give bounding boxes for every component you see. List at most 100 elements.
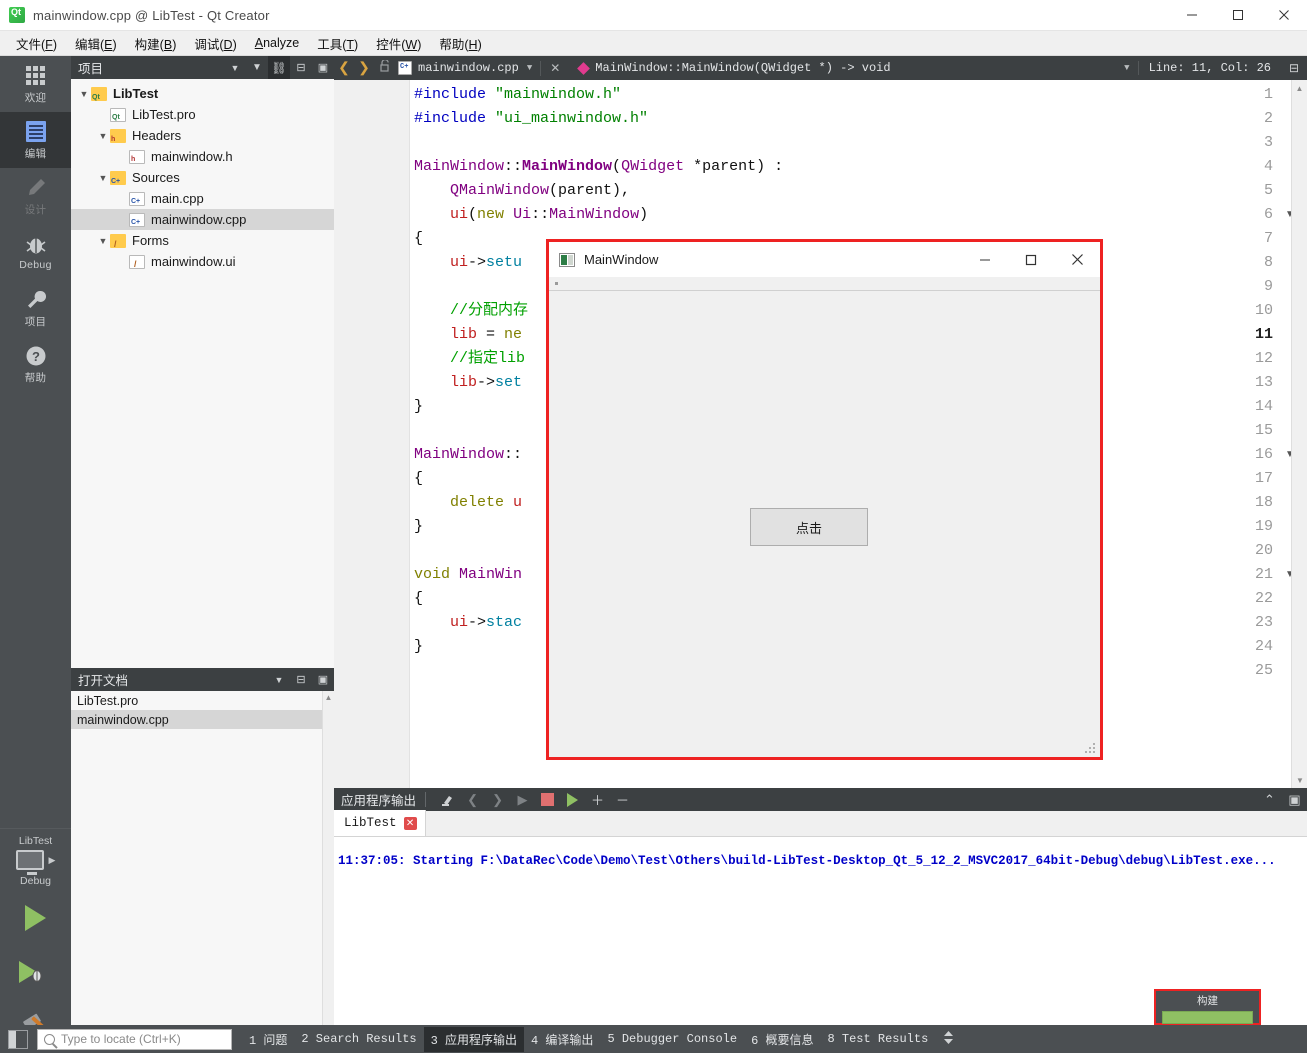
lock-icon[interactable] bbox=[374, 59, 396, 76]
document-icon bbox=[25, 120, 46, 144]
search-input[interactable]: Type to locate (Ctrl+K) bbox=[37, 1028, 232, 1050]
open-documents-scrollbar[interactable]: ▲ bbox=[322, 691, 334, 1025]
code-line: #include "mainwindow.h" bbox=[414, 83, 621, 107]
menu-window[interactable]: 控件(W) bbox=[367, 31, 430, 56]
debug-icon[interactable] bbox=[560, 788, 585, 811]
navigate-back-icon[interactable]: ❮ bbox=[334, 60, 354, 77]
collapse-icon[interactable]: ▣ bbox=[312, 56, 334, 79]
chevron-down-icon[interactable]: ▼ bbox=[527, 63, 532, 73]
mainwindow-popup[interactable]: MainWindow 点击 bbox=[546, 239, 1103, 760]
output-pane-tab-1[interactable]: 1 问题 bbox=[242, 1027, 294, 1052]
debug-button[interactable] bbox=[0, 945, 71, 999]
mode-item-欢迎[interactable]: 欢迎 bbox=[0, 56, 71, 112]
mode-item-debug[interactable]: Debug bbox=[0, 224, 71, 280]
menu-tools[interactable]: 工具(T) bbox=[308, 31, 367, 56]
tree-item-mainwindow-cpp[interactable]: C+ mainwindow.cpp bbox=[71, 209, 334, 230]
editor-symbol-selector[interactable]: MainWindow::MainWindow(QWidget *) -> voi… bbox=[595, 61, 890, 75]
mode-item-帮助[interactable]: ? 帮助 bbox=[0, 336, 71, 392]
prev-icon[interactable]: ❮ bbox=[460, 788, 485, 811]
maximize-pane-icon[interactable]: ▣ bbox=[1282, 788, 1307, 811]
tree-item-libtest-pro[interactable]: Qt LibTest.pro bbox=[71, 104, 334, 125]
collapse-icon[interactable]: ▣ bbox=[312, 668, 334, 691]
popup-close-button[interactable] bbox=[1054, 243, 1100, 277]
code-line: { bbox=[414, 227, 423, 251]
click-button[interactable]: 点击 bbox=[750, 508, 868, 546]
minimize-button[interactable] bbox=[1169, 0, 1215, 31]
symbol-dropdown-icon[interactable]: ▼ bbox=[1124, 63, 1129, 73]
code-token: ne bbox=[504, 326, 523, 343]
output-pane-tab-6[interactable]: 6 概要信息 bbox=[744, 1027, 820, 1052]
editor-file-name[interactable]: mainwindow.cpp bbox=[418, 61, 519, 75]
split-editor-icon[interactable]: ⊟ bbox=[1281, 61, 1307, 76]
popup-maximize-button[interactable] bbox=[1008, 243, 1054, 277]
collapse-pane-icon[interactable]: ⌃ bbox=[1257, 788, 1282, 811]
output-tab-libtest[interactable]: LibTest ✕ bbox=[334, 810, 426, 836]
chevron-down-icon[interactable]: ▼ bbox=[96, 236, 110, 246]
chevron-down-icon[interactable]: ▼ bbox=[96, 131, 110, 141]
stop-icon[interactable] bbox=[535, 788, 560, 811]
open-document-mainwindow-cpp[interactable]: mainwindow.cpp bbox=[71, 710, 334, 729]
close-button[interactable] bbox=[1261, 0, 1307, 31]
maximize-button[interactable] bbox=[1215, 0, 1261, 31]
menu-edit[interactable]: 编辑(E) bbox=[66, 31, 126, 56]
open-document-libtest-pro[interactable]: LibTest.pro bbox=[71, 691, 334, 710]
mode-item-编辑[interactable]: 编辑 bbox=[0, 112, 71, 168]
mode-item-设计[interactable]: 设计 bbox=[0, 168, 71, 224]
scroll-up-icon[interactable]: ▲ bbox=[1292, 82, 1307, 94]
kit-selector[interactable]: LibTest ▶ Debug bbox=[0, 828, 71, 891]
code-token: MainWindow bbox=[522, 158, 613, 175]
output-pane-tab-4[interactable]: 4 编译输出 bbox=[524, 1027, 600, 1052]
close-document-icon[interactable]: ✕ bbox=[540, 60, 569, 76]
qt-creator-window: mainwindow.cpp @ LibTest - Qt Creator 文件… bbox=[0, 0, 1307, 1053]
tree-item-mainwindow-h[interactable]: h mainwindow.h bbox=[71, 146, 334, 167]
popup-title: MainWindow bbox=[584, 252, 659, 267]
split-icon[interactable]: ⊟ bbox=[290, 668, 312, 691]
code-token: { bbox=[414, 230, 424, 247]
tree-item-libtest[interactable]: ▼ Qt LibTest bbox=[71, 83, 334, 104]
tree-item-main-cpp[interactable]: C+ main.cpp bbox=[71, 188, 334, 209]
code-token: { bbox=[414, 470, 424, 487]
scroll-down-icon[interactable]: ▼ bbox=[1292, 774, 1307, 786]
scroll-up-icon[interactable]: ▲ bbox=[323, 691, 334, 703]
zoom-in-icon[interactable]: ＋ bbox=[585, 788, 610, 811]
tree-item-sources[interactable]: ▼ C+ Sources bbox=[71, 167, 334, 188]
zoom-out-icon[interactable]: － bbox=[610, 788, 635, 811]
tree-item-headers[interactable]: ▼ h Headers bbox=[71, 125, 334, 146]
code-token: stac bbox=[486, 614, 523, 631]
clear-icon[interactable] bbox=[435, 788, 460, 811]
sidebar-toggle-icon[interactable] bbox=[8, 1029, 28, 1049]
mode-item-label: 编辑 bbox=[24, 147, 47, 160]
resize-grip-icon[interactable] bbox=[1085, 743, 1097, 755]
tree-item-mainwindow-ui[interactable]: / mainwindow.ui bbox=[71, 251, 334, 272]
menu-file[interactable]: 文件(F) bbox=[7, 31, 66, 56]
navigate-forward-icon[interactable]: ❯ bbox=[354, 60, 374, 77]
link-icon[interactable]: ⛓ bbox=[268, 56, 290, 79]
mode-item-项目[interactable]: 项目 bbox=[0, 280, 71, 336]
menu-help[interactable]: 帮助(H) bbox=[430, 31, 490, 56]
next-icon[interactable]: ❯ bbox=[485, 788, 510, 811]
output-pane-tab-8[interactable]: 8 Test Results bbox=[820, 1028, 935, 1050]
menu-build[interactable]: 构建(B) bbox=[126, 31, 186, 56]
editor-scrollbar[interactable]: ▲ ▼ bbox=[1291, 80, 1307, 788]
chevron-down-icon[interactable]: ▼ bbox=[77, 89, 91, 99]
kit-build-config: Debug bbox=[20, 875, 51, 887]
split-icon[interactable]: ⊟ bbox=[290, 56, 312, 79]
open-documents-dropdown-icon[interactable]: ▼ bbox=[268, 668, 290, 691]
close-icon[interactable]: ✕ bbox=[403, 816, 417, 830]
output-pane-tab-2[interactable]: 2 Search Results bbox=[294, 1028, 423, 1050]
popup-minimize-button[interactable] bbox=[962, 243, 1008, 277]
output-pane-tab-5[interactable]: 5 Debugger Console bbox=[600, 1028, 744, 1050]
menu-analyze[interactable]: Analyze bbox=[246, 33, 308, 53]
run-button[interactable] bbox=[0, 891, 71, 945]
pane-updown-icon[interactable] bbox=[935, 1030, 962, 1048]
menu-debug[interactable]: 调试(D) bbox=[185, 31, 245, 56]
filter-icon[interactable]: ▼ bbox=[246, 56, 268, 79]
project-panel-title: 项目 bbox=[78, 62, 104, 76]
output-pane-header: 应用程序输出 ❮ ❯ ▶ ＋－ ⌃ ▣ bbox=[334, 788, 1307, 811]
chevron-down-icon[interactable]: ▼ bbox=[96, 173, 110, 183]
tree-item-forms[interactable]: ▼ / Forms bbox=[71, 230, 334, 251]
project-view-dropdown-icon[interactable]: ▼ bbox=[224, 56, 246, 79]
code-line: { bbox=[414, 467, 423, 491]
run-icon[interactable]: ▶ bbox=[510, 788, 535, 811]
output-pane-tab-3[interactable]: 3 应用程序输出 bbox=[423, 1026, 525, 1052]
